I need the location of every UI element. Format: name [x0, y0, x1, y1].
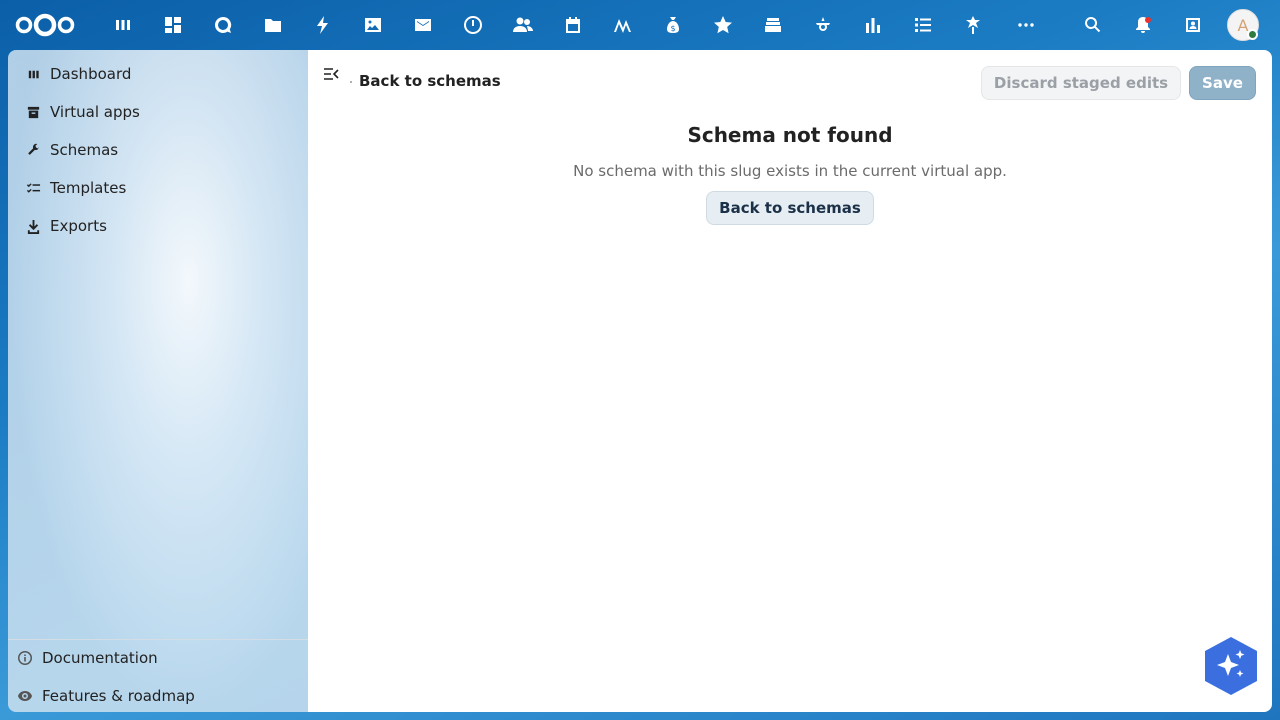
analytics-icon[interactable]	[608, 10, 638, 40]
info-icon	[8, 650, 42, 666]
sidebar-item-label: Schemas	[50, 141, 119, 159]
empty-state-title: Schema not found	[687, 123, 893, 147]
sidebar-item-documentation[interactable]: Documentation	[8, 640, 308, 676]
online-status-icon	[1247, 29, 1258, 40]
sidebar-toggle-icon[interactable]	[322, 65, 344, 87]
dashboard-icon	[16, 67, 50, 82]
talk-app-icon[interactable]	[208, 10, 238, 40]
sidebar-item-label: Dashboard	[50, 65, 132, 83]
sidebar-item-exports[interactable]: Exports	[16, 208, 300, 244]
checklist-icon[interactable]	[908, 10, 938, 40]
breadcrumb-separator	[350, 81, 352, 83]
bar-chart-icon[interactable]	[858, 10, 888, 40]
svg-text:$: $	[670, 24, 675, 33]
sidebar-item-label: Templates	[50, 179, 127, 197]
download-icon	[16, 219, 50, 234]
search-icon[interactable]	[1078, 10, 1108, 40]
wrench-icon	[16, 143, 50, 158]
back-to-schemas-button[interactable]: Back to schemas	[706, 191, 874, 225]
openregister-icon[interactable]	[958, 10, 988, 40]
sidebar-footer: Documentation Features & roadmap	[8, 639, 308, 705]
more-apps-icon[interactable]	[1011, 10, 1041, 40]
mail-icon[interactable]	[408, 10, 438, 40]
sidebar-item-templates[interactable]: Templates	[16, 170, 300, 206]
empty-state-description: No schema with this slug exists in the c…	[573, 162, 1007, 180]
eye-icon	[8, 688, 42, 704]
sidebar-item-label: Virtual apps	[50, 103, 140, 121]
dashboard-app-icon[interactable]	[108, 10, 138, 40]
sidebar-item-virtual-apps[interactable]: Virtual apps	[16, 94, 300, 130]
sidebar-item-schemas[interactable]: Schemas	[16, 132, 300, 168]
clock-icon[interactable]	[458, 10, 488, 40]
contacts-icon[interactable]	[508, 10, 538, 40]
sidebar-item-features-roadmap[interactable]: Features & roadmap	[8, 678, 308, 714]
money-bag-icon[interactable]: $	[658, 10, 688, 40]
discard-staged-edits-button[interactable]: Discard staged edits	[981, 66, 1181, 100]
save-button[interactable]: Save	[1189, 66, 1256, 100]
nextcloud-logo-icon[interactable]	[14, 12, 76, 38]
integration-icon[interactable]	[808, 10, 838, 40]
image-icon[interactable]	[358, 10, 388, 40]
sidebar-item-dashboard[interactable]: Dashboard	[16, 56, 300, 92]
sidebar-item-label: Exports	[50, 217, 107, 235]
back-to-schemas-link[interactable]: Back to schemas	[359, 72, 501, 90]
sidebar-item-label: Documentation	[42, 649, 158, 667]
calendar-icon[interactable]	[558, 10, 588, 40]
archive-icon	[16, 105, 50, 120]
tables-app-icon[interactable]	[158, 10, 188, 40]
top-bar: $ A	[0, 0, 1280, 50]
sidebar-item-label: Features & roadmap	[42, 687, 195, 705]
contacts-menu-icon[interactable]	[1178, 10, 1208, 40]
main-content: Back to schemas Discard staged edits Sav…	[308, 50, 1272, 712]
app-navigation: Dashboard Virtual apps Schemas Templates…	[8, 50, 308, 712]
checklist-icon	[16, 181, 50, 196]
star-icon[interactable]	[708, 10, 738, 40]
assistant-sparkle-icon[interactable]	[1204, 636, 1258, 696]
notification-dot	[1145, 17, 1151, 23]
deck-icon[interactable]	[758, 10, 788, 40]
bell-icon[interactable]	[1128, 10, 1158, 40]
folder-icon[interactable]	[258, 10, 288, 40]
lightning-icon[interactable]	[308, 10, 338, 40]
